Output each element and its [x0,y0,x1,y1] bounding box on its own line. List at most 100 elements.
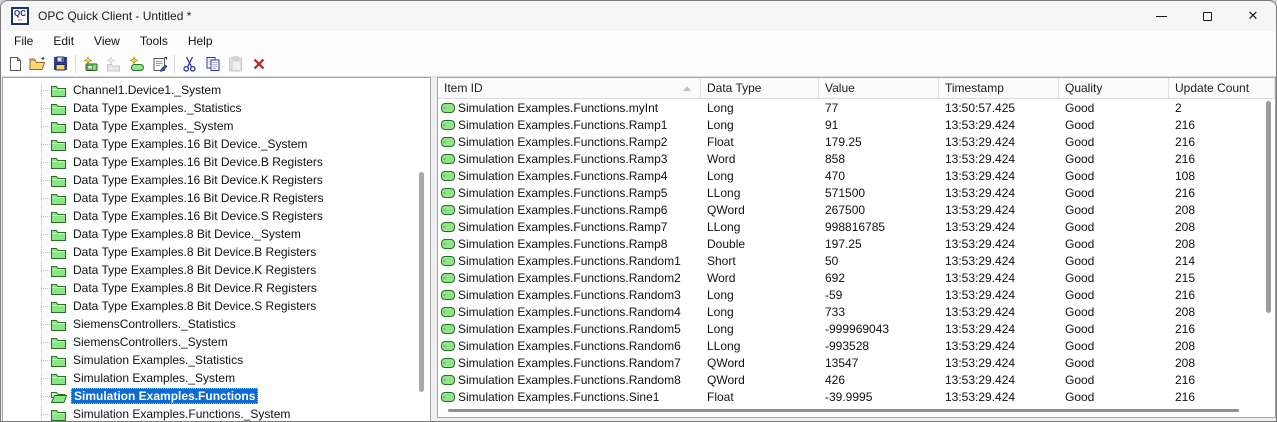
cell-value: -59 [825,288,843,302]
cut-icon [182,56,197,72]
cell-value: 858 [825,152,846,166]
table-row[interactable]: Simulation Examples.Functions.Ramp8 Doub… [438,235,1275,252]
table-row[interactable]: Simulation Examples.Functions.Random1 Sh… [438,252,1275,269]
tree-item[interactable]: Simulation Examples._Statistics [3,351,430,369]
server-tree-pane[interactable]: Channel1.Device1._System Data Type Examp… [2,77,431,421]
column-header-data-type[interactable]: Data Type [701,78,819,98]
column-header-quality[interactable]: Quality [1059,78,1169,98]
cell-item-id: Simulation Examples.Functions.Ramp5 [438,184,701,201]
table-row[interactable]: Simulation Examples.Functions.Ramp2 Floa… [438,133,1275,150]
table-row[interactable]: Simulation Examples.Functions.Random8 QW… [438,371,1275,388]
tree-item[interactable]: Data Type Examples._Statistics [3,99,430,117]
maximize-button[interactable] [1184,1,1230,31]
tree-connector [41,359,50,361]
tree-connector [41,233,50,235]
properties-button[interactable] [148,53,171,75]
close-button[interactable]: ✕ [1230,1,1276,31]
table-row[interactable]: Simulation Examples.Functions.Random3 Lo… [438,286,1275,303]
window-controls: ✕ [1138,1,1276,31]
tree-item[interactable]: Data Type Examples.8 Bit Device.S Regist… [3,297,430,315]
tree-item[interactable]: Data Type Examples.16 Bit Device.B Regis… [3,153,430,171]
tree-connector [41,395,50,397]
cut-button[interactable] [178,53,201,75]
tree-connector [41,413,50,415]
column-header-item-id[interactable]: Item ID [438,78,701,98]
cell-quality: Good [1065,203,1095,217]
tree-item[interactable]: Simulation Examples.Functions [3,387,430,405]
tree-item-label: Data Type Examples.8 Bit Device.R Regist… [73,281,317,295]
tree-item[interactable]: Data Type Examples.8 Bit Device.K Regist… [3,261,430,279]
folder-icon [51,282,66,295]
item-tag-icon [441,171,455,181]
tree-item[interactable]: Data Type Examples.16 Bit Device._System [3,135,430,153]
table-horizontal-scrollbar-thumb[interactable] [448,409,1239,412]
copy-icon [205,56,221,72]
tree-item[interactable]: Data Type Examples.8 Bit Device._System [3,225,430,243]
tree-item[interactable]: Data Type Examples._System [3,117,430,135]
table-row[interactable]: Simulation Examples.Functions.Random4 Lo… [438,303,1275,320]
new-item-icon [128,55,145,72]
table-vertical-scrollbar-thumb[interactable] [1266,101,1271,313]
table-row[interactable]: Simulation Examples.Functions.Random6 LL… [438,337,1275,354]
table-row[interactable]: Simulation Examples.Functions.Random5 Lo… [438,320,1275,337]
menu-edit[interactable]: Edit [43,32,84,50]
cell-value: -999969043 [825,322,890,336]
folder-icon [51,84,66,97]
tree-item[interactable]: Data Type Examples.16 Bit Device.K Regis… [3,171,430,189]
open-file-button[interactable] [26,53,49,75]
table-row[interactable]: Simulation Examples.Functions.Sine1 Floa… [438,388,1275,405]
delete-button[interactable] [247,53,270,75]
table-row[interactable]: Simulation Examples.Functions.Ramp3 Word… [438,150,1275,167]
tree-scrollbar-thumb[interactable] [419,172,424,392]
table-row[interactable]: Simulation Examples.Functions.Ramp1 Long… [438,116,1275,133]
tree-item[interactable]: Data Type Examples.16 Bit Device.R Regis… [3,189,430,207]
table-row[interactable]: Simulation Examples.Functions.Ramp7 LLon… [438,218,1275,235]
close-icon: ✕ [1247,8,1259,23]
tree-item[interactable]: SiemensControllers._Statistics [3,315,430,333]
column-header-timestamp[interactable]: Timestamp [939,78,1059,98]
cell-quality: Good [1065,356,1095,370]
cell-value: 50 [825,254,839,268]
tree-connector [41,89,50,91]
copy-button[interactable] [201,53,224,75]
cell-timestamp: 13:50:57.425 [945,101,1016,115]
menu-file[interactable]: File [4,32,43,50]
tree-item[interactable]: Simulation Examples.Functions._System [3,405,430,421]
tree-item[interactable]: SiemensControllers._System [3,333,430,351]
menu-help[interactable]: Help [178,32,223,50]
cell-data-type: Long [707,305,734,319]
item-tag-icon [441,222,455,232]
table-row[interactable]: Simulation Examples.Functions.Random2 Wo… [438,269,1275,286]
tree-item[interactable]: Data Type Examples.8 Bit Device.B Regist… [3,243,430,261]
menu-tools[interactable]: Tools [130,32,178,50]
cell-value: -993528 [825,339,870,353]
cell-update-count: 108 [1175,169,1196,183]
tree-item[interactable]: Channel1.Device1._System [3,81,430,99]
new-server-connection-button[interactable] [79,53,102,75]
table-row[interactable]: Simulation Examples.Functions.Ramp6 QWor… [438,201,1275,218]
table-row[interactable]: Simulation Examples.Functions.Ramp5 LLon… [438,184,1275,201]
cell-value: 692 [825,271,846,285]
toolbar-separator [174,54,175,73]
table-row[interactable]: Simulation Examples.Functions.myInt Long… [438,99,1275,116]
table-row[interactable]: Simulation Examples.Functions.Ramp4 Long… [438,167,1275,184]
save-file-button[interactable] [49,53,72,75]
menu-view[interactable]: View [84,32,130,50]
tree-item[interactable]: Data Type Examples.16 Bit Device.S Regis… [3,207,430,225]
new-item-button[interactable] [125,53,148,75]
tree-item[interactable]: Data Type Examples.8 Bit Device.R Regist… [3,279,430,297]
tree-item[interactable]: Simulation Examples._System [3,369,430,387]
item-tag-icon [441,256,455,266]
tree-item-label: Data Type Examples.16 Bit Device._System [73,137,308,151]
minimize-button[interactable] [1138,1,1184,31]
cell-timestamp: 13:53:29.424 [945,118,1016,132]
cell-quality: Good [1065,237,1095,251]
column-header-value[interactable]: Value [819,78,939,98]
cell-update-count: 216 [1175,135,1196,149]
new-file-button[interactable] [3,53,26,75]
table-row[interactable]: Simulation Examples.Functions.Random7 QW… [438,354,1275,371]
column-header-update-count[interactable]: Update Count [1169,78,1275,98]
folder-icon [51,102,66,115]
table-body: Simulation Examples.Functions.myInt Long… [438,99,1275,405]
cell-item-id: Simulation Examples.Functions.Sine1 [438,388,701,405]
